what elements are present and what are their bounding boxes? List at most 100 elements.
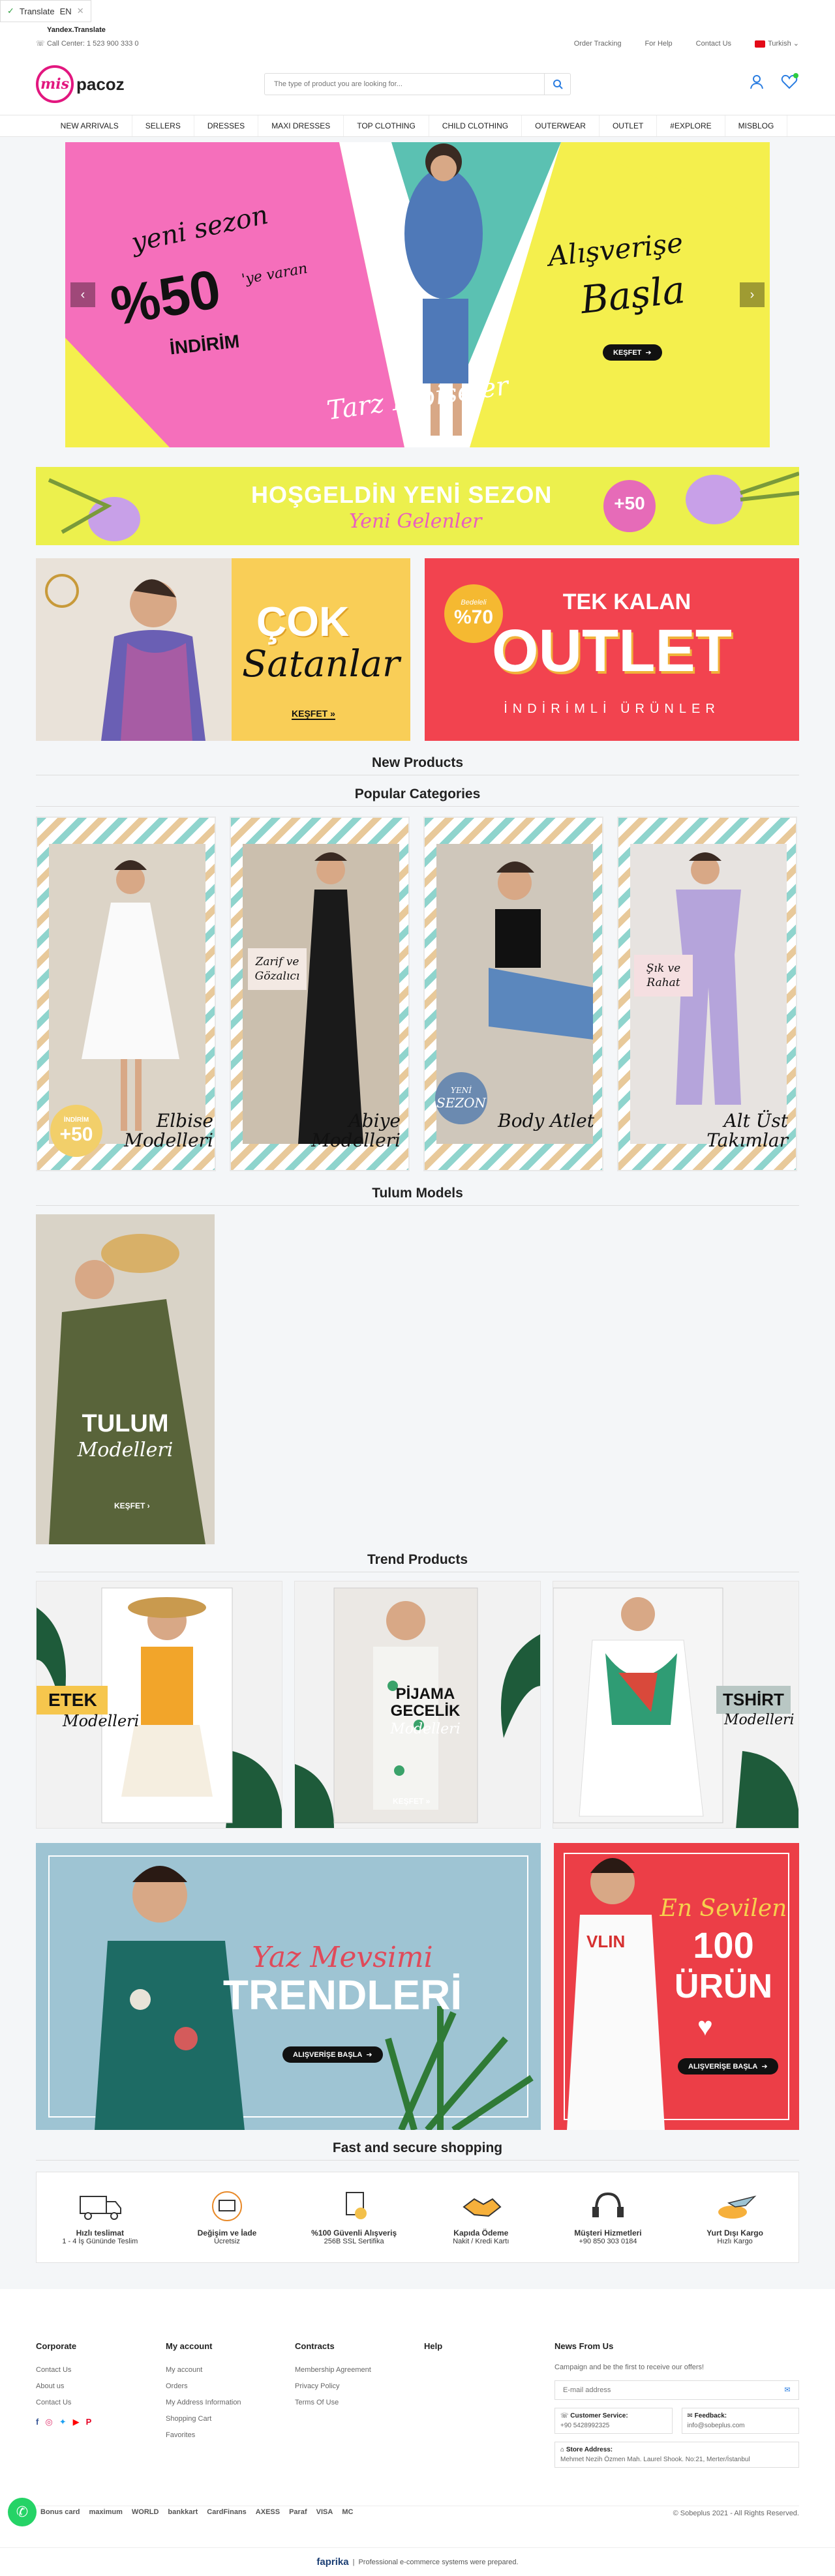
favorite-products-banner[interactable]: VLIN En Sevilen 100 ÜRÜN ♥ ALIŞVERİŞE BA… [554,1843,799,2130]
nav-top-clothing[interactable]: TOP CLOTHING [344,115,429,136]
help-link[interactable]: For Help [645,40,672,48]
summer-cta-button[interactable]: ALIŞVERİŞE BAŞLA ➔ [282,2046,383,2063]
hero-slider[interactable]: yeni sezon %50 'ye varan İNDİRİM Tarz El… [65,142,770,447]
welcome-banner[interactable]: HOŞGELDİN YENİ SEZON Yeni Gelenler +50 [36,467,799,545]
search-input[interactable] [265,74,544,95]
ssl-icon [345,2191,367,2219]
features-strip: Hızlı teslimat 1 - 4 İş Gününde Teslim De… [36,2172,799,2263]
payment-logo: AXESS [255,2508,281,2516]
trend-title: Trend Products [36,1552,799,1572]
nav-explore[interactable]: #EXPLORE [657,115,725,136]
plane-icon [718,2195,757,2219]
twitter-icon[interactable]: ✦ [59,2414,67,2430]
hero-cta-button[interactable]: KEŞFET ➔ [603,344,662,361]
band-subtitle: Yeni Gelenler [349,510,482,533]
bestsellers-title2: Satanlar [242,643,400,685]
translate-lang[interactable]: EN [60,7,72,16]
nav-misblog[interactable]: MISBLOG [725,115,788,136]
nav-outerwear[interactable]: OUTERWEAR [522,115,600,136]
outlet-big: OUTLET [492,618,732,684]
send-mail-icon[interactable]: ✉ [776,2381,798,2399]
whatsapp-icon[interactable]: ✆ [8,2498,37,2526]
facebook-icon[interactable]: f [36,2414,38,2430]
heart-icon: ♥ [697,2013,713,2041]
category-tag: Şık ve Rahat [634,955,693,996]
trend-card[interactable]: ETEK Modelleri KEŞFET » [36,1581,282,1829]
trend-cta[interactable]: KEŞFET » [154,1797,191,1806]
instagram-icon[interactable]: ◎ [45,2414,52,2430]
footer-link[interactable]: About us [36,2378,91,2395]
bestsellers-banner[interactable]: ÇOK Satanlar KEŞFET » [36,558,410,741]
exchange-icon [211,2191,242,2221]
trend-heading: PİJAMA GECELİK [390,1685,461,1720]
bestsellers-cta[interactable]: KEŞFET » [292,708,335,720]
copyright: © Sobeplus 2021 - All Rights Reserved. [673,2509,799,2517]
nav-maxi-dresses[interactable]: MAXI DRESSES [258,115,344,136]
language-select[interactable]: Turkish ⌄ [755,39,799,48]
trend-cta[interactable]: KEŞFET » [612,1797,649,1806]
trend-card[interactable]: PİJAMA GECELİK Modelleri KEŞFET » [294,1581,541,1829]
pinterest-icon[interactable]: P [86,2414,92,2430]
feature-item: %100 Güvenli Alışveriş 256B SSL Sertifika [305,2190,403,2245]
footer-link[interactable]: Favorites [166,2427,241,2444]
category-card[interactable]: İNDİRİM +50 Elbise Modelleri [36,816,216,1171]
footer-link[interactable]: Contact Us [36,2395,91,2411]
payment-logo: WORLD [131,2508,159,2516]
svg-text:VLIN: VLIN [586,1932,625,1951]
nav-outlet[interactable]: OUTLET [600,115,658,136]
feature-item: Yurt Dışı Kargo Hızlı Kargo [686,2190,784,2245]
tulum-script: Modelleri [77,1439,174,1461]
summer-trends-banner[interactable]: Yaz Mevsimi TRENDLERİ ALIŞVERİŞE BAŞLA ➔ [36,1843,541,2130]
tulum-cta[interactable]: KEŞFET › [114,1501,150,1510]
close-icon[interactable]: ✕ [77,6,84,16]
user-icon[interactable] [748,73,765,90]
logo[interactable]: mis pacoz [36,65,125,103]
outlet-banner[interactable]: Bedeleli %70 TEK KALAN OUTLET İNDİRİMLİ … [425,558,799,741]
customer-service-box: ☏ Customer Service: +90 5428992325 [554,2408,673,2434]
nav-sellers[interactable]: SELLERS [132,115,194,136]
feature-item: Müşteri Hizmetleri +90 850 303 0184 [559,2190,657,2245]
nav-new-arrivals[interactable]: NEW ARRIVALS [48,115,132,136]
footer-link[interactable]: Privacy Policy [295,2378,371,2395]
footer-link[interactable]: Shopping Cart [166,2411,241,2427]
trend-heading: ETEK [37,1686,108,1715]
nav-child-clothing[interactable]: CHILD CLOTHING [429,115,523,136]
payment-logo: bankkart [168,2508,198,2516]
category-title: Abiye Modelleri [311,1110,401,1151]
payment-logo: VISA [316,2508,333,2516]
footer-contracts: Contracts Membership Agreement Privacy P… [295,2338,371,2411]
fabrika-logo[interactable]: faprika [316,2556,348,2568]
contact-link[interactable]: Contact Us [696,40,731,48]
footer-link[interactable]: Orders [166,2378,241,2395]
category-card[interactable]: Zarif ve Gözalıcı Abiye Modelleri [230,816,410,1171]
category-badge: YENİ SEZON [435,1072,487,1124]
nav-dresses[interactable]: DRESSES [194,115,259,136]
footer-link[interactable]: My Address Information [166,2395,241,2411]
payment-logo: Bonus card [40,2508,80,2516]
category-title: Body Atlet [498,1110,594,1131]
tulum-banner[interactable]: TULUM Modelleri KEŞFET › [36,1214,215,1544]
footer-link[interactable]: My account [166,2362,241,2378]
favorite-script: En Sevilen [660,1895,787,1922]
trend-cta[interactable]: KEŞFET » [393,1797,430,1806]
heart-icon[interactable] [781,73,799,90]
slider-prev-button[interactable]: ‹ [70,282,95,307]
logo-text: pacoz [76,74,125,94]
newsletter-email-input[interactable] [555,2381,776,2399]
category-photo [49,844,205,1144]
order-tracking-link[interactable]: Order Tracking [574,40,622,48]
translate-bar[interactable]: ✓ Translate EN ✕ [0,0,91,22]
slider-next-button[interactable]: › [740,282,765,307]
footer-link[interactable]: Membership Agreement [295,2362,371,2378]
translate-label: Translate [19,6,55,16]
favorite-cta-button[interactable]: ALIŞVERİŞE BAŞLA ➔ [678,2058,778,2074]
youtube-icon[interactable]: ▶ [73,2414,80,2430]
category-card[interactable]: YENİ SEZON Body Atlet [423,816,603,1171]
search-button[interactable] [544,74,570,95]
top-bar: ☏ Call Center: 1 523 900 333 0 Order Tra… [36,39,799,48]
category-card[interactable]: Şık ve Rahat Alt Üst Takımlar [617,816,797,1171]
bestsellers-title1: ÇOK [256,598,350,645]
footer-link[interactable]: Contact Us [36,2362,91,2378]
trend-card[interactable]: TSHİRT Modelleri KEŞFET » [553,1581,799,1829]
footer-link[interactable]: Terms Of Use [295,2395,371,2411]
